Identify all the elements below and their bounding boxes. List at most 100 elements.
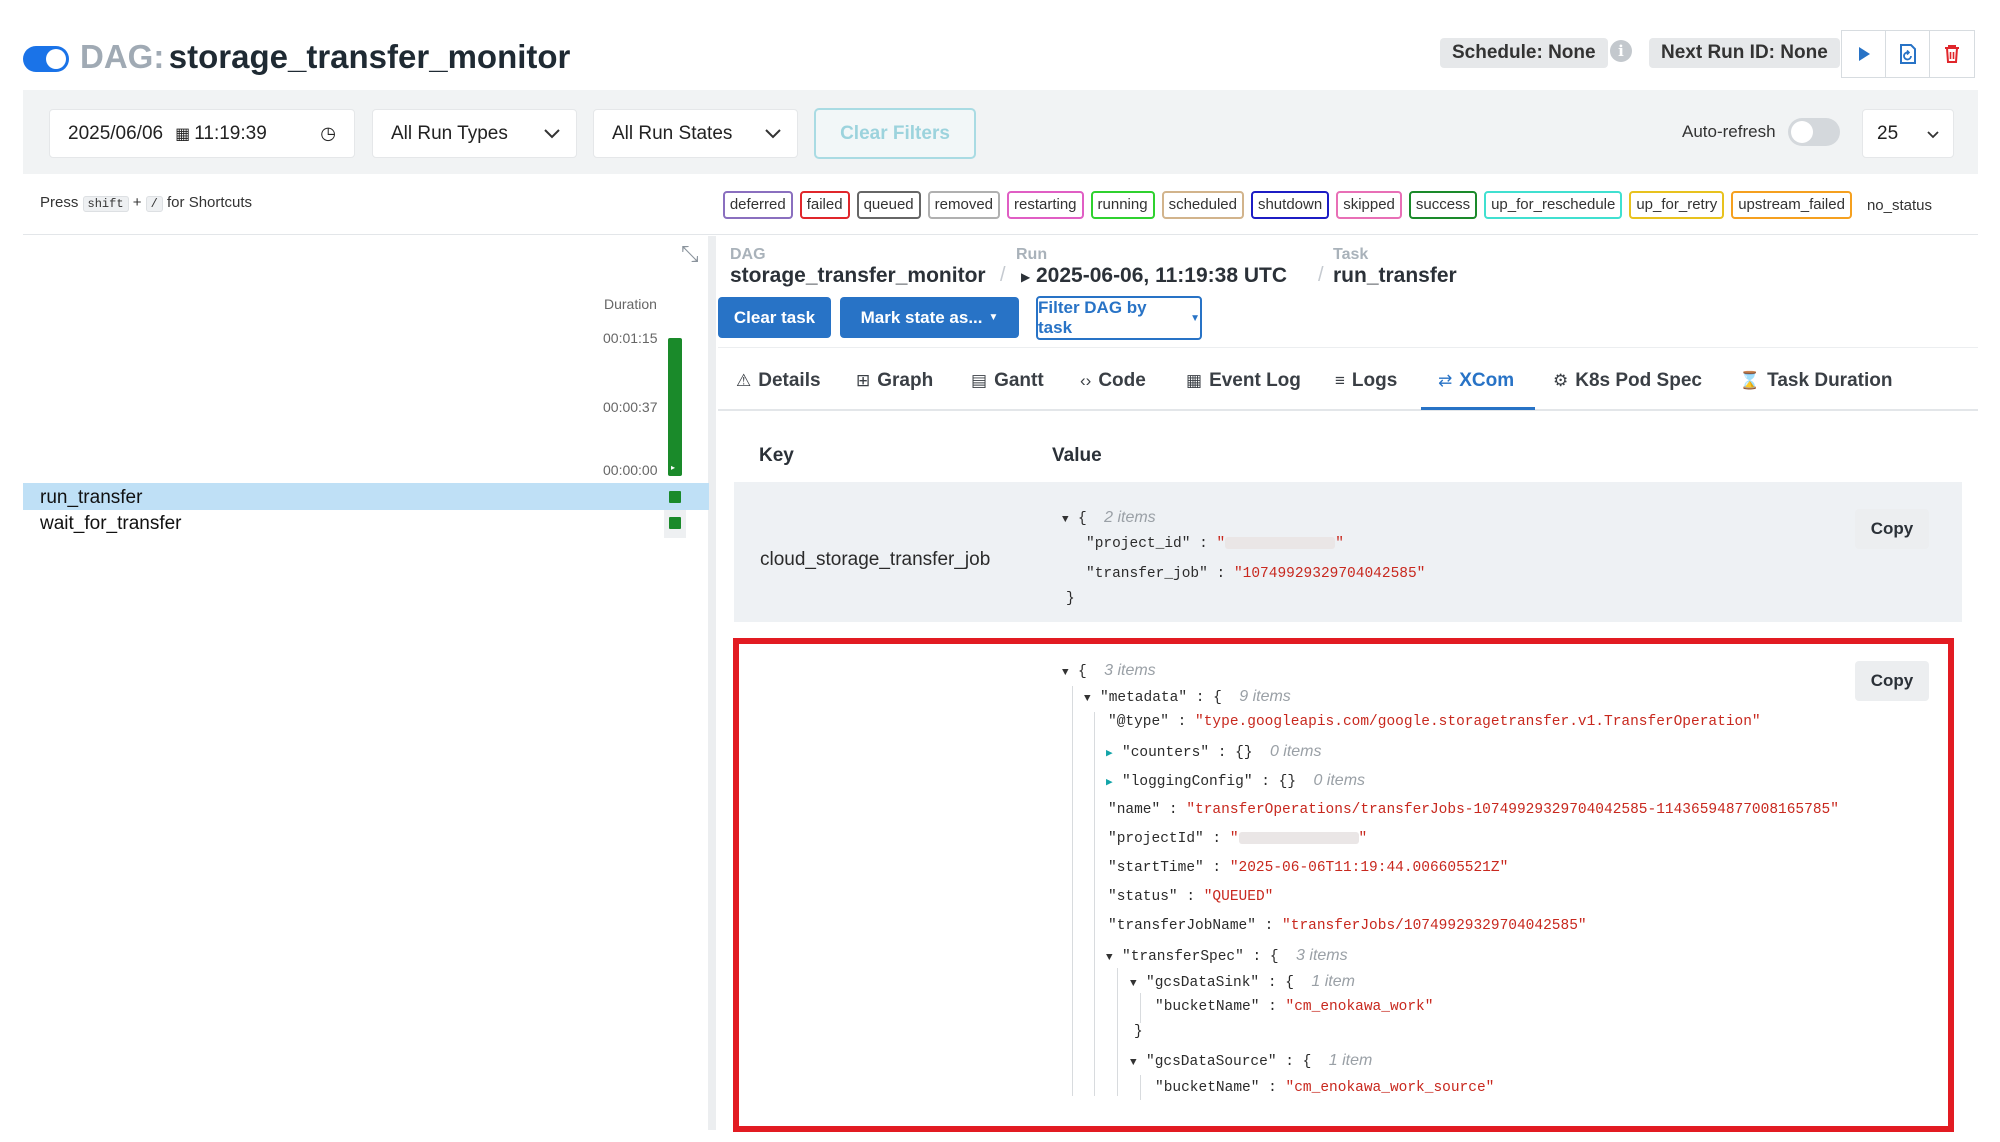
tab-graph[interactable]: ⊞ Graph [856,370,933,392]
tab-label: Details [758,370,821,391]
state-badge[interactable]: running [1090,191,1155,219]
state-badge[interactable]: failed [799,191,850,219]
tab-task-duration[interactable]: ⌛ Task Duration [1739,370,1892,392]
calendar-icon: ▦ [1186,371,1203,390]
filter-dag-button[interactable]: Filter DAG by task ▼ [1036,296,1202,340]
execution-date-picker[interactable]: 2025/06/06 ▦ 11:19:39 ◷ [49,109,355,158]
clock-icon: ◷ [320,123,336,143]
gantt-icon: ▤ [971,371,988,390]
state-badge[interactable]: no_status [1867,197,1932,214]
active-tab-indicator [1421,407,1535,410]
duration-tick: 00:01:15 [603,330,658,346]
duration-tick: 00:00:37 [603,399,658,415]
filter-dag-label: Filter DAG by task [1038,298,1147,337]
breadcrumb-dag[interactable]: storage_transfer_monitor [730,264,986,288]
task-instance-cell[interactable] [669,517,681,529]
column-header-key: Key [759,445,794,466]
chevron-down-icon [544,123,560,145]
run-duration-bar[interactable] [668,338,682,476]
tab-logs[interactable]: ≡ Logs [1335,370,1397,392]
state-legend: deferred failed queued removed restarting run… [722,191,1932,219]
page-size-value: 25 [1877,122,1899,144]
trash-icon [1945,45,1959,63]
dag-active-toggle[interactable] [23,46,69,72]
state-badge[interactable]: skipped [1336,191,1402,219]
graph-icon: ⊞ [856,371,871,390]
tab-label: Gantt [994,370,1044,391]
run-states-value: All Run States [612,122,733,144]
state-badge[interactable]: success [1408,191,1478,219]
tabs-top-border [718,347,1978,348]
state-badge[interactable]: restarting [1007,191,1084,219]
state-badge[interactable]: shutdown [1250,191,1330,219]
json-line: ▼{ 2 items [1062,509,1156,527]
breadcrumb-separator: / [1318,264,1324,286]
reparse-dag-button[interactable] [1885,30,1931,78]
tab-xcom[interactable]: ⇄ XCom [1438,370,1514,392]
highlight-box [733,638,1954,1132]
copy-button[interactable]: Copy [1855,509,1929,549]
run-types-value: All Run Types [391,122,508,144]
trigger-dag-button[interactable] [1841,30,1887,78]
breadcrumb-task-label: Task [1333,246,1369,263]
tab-label: XCom [1459,370,1515,391]
page-size-select[interactable]: 25 [1862,109,1954,158]
state-badge[interactable]: up_for_retry [1629,191,1725,219]
delete-dag-button[interactable] [1929,30,1975,78]
info-icon[interactable]: i [1610,40,1632,62]
tab-label: Event Log [1209,370,1301,391]
tab-label: Graph [877,370,934,391]
state-badge[interactable]: scheduled [1161,191,1244,219]
chevron-down-icon [765,123,781,145]
exchange-icon: ⇄ [1438,371,1453,390]
tab-details[interactable]: ⚠ Details [736,370,821,392]
state-badge[interactable]: removed [927,191,1000,219]
task-instance-cell[interactable] [669,491,681,503]
state-badge[interactable]: upstream_failed [1731,191,1852,219]
tab-event-log[interactable]: ▦ Event Log [1186,370,1301,392]
task-name[interactable]: wait_for_transfer [40,513,182,535]
breadcrumb-run[interactable]: 2025-06-06, 11:19:38 UTC [1036,264,1287,288]
state-badge[interactable]: up_for_reschedule [1484,191,1623,219]
caret-down-icon[interactable]: ▼ [1062,514,1078,526]
clear-task-button[interactable]: Clear task [718,297,831,338]
calendar-icon: ▦ [175,125,191,143]
tab-label: K8s Pod Spec [1575,370,1702,391]
state-badge[interactable]: deferred [722,191,793,219]
warning-icon: ⚠ [736,371,752,390]
page-title: DAG: storage_transfer_monitor [80,38,570,76]
clear-filters-button[interactable]: Clear Filters [814,108,976,159]
tab-label: Task Duration [1767,370,1893,391]
tab-gantt[interactable]: ▤ Gantt [971,370,1044,392]
breadcrumb-task[interactable]: run_transfer [1333,264,1457,288]
duration-tick: 00:00:00 [603,462,658,478]
task-name[interactable]: run_transfer [40,487,142,509]
breadcrumb-separator: / [1000,264,1006,286]
tab-k8s-pod-spec[interactable]: ⚙ K8s Pod Spec [1553,370,1702,392]
json-line: "project_id" : " " [1086,536,1344,552]
time-value: 11:19:39 [194,122,267,144]
collapse-icon[interactable]: ⤡ [681,241,699,267]
run-types-select[interactable]: All Run Types [372,109,577,158]
auto-refresh-toggle[interactable] [1788,118,1840,146]
kubernetes-icon: ⚙ [1553,371,1569,390]
shortcut-press: Press [40,194,79,211]
caret-right-icon: ▶ [1021,270,1031,284]
caret-down-icon: ▼ [988,312,999,323]
tabs-bottom-border [718,409,1978,411]
list-icon: ≡ [1335,371,1345,390]
run-states-select[interactable]: All Run States [593,109,798,158]
json-line: } [1066,591,1075,607]
column-header-value: Value [1052,445,1102,466]
state-badge[interactable]: queued [856,191,921,219]
tab-label: Code [1098,370,1146,391]
mark-state-button[interactable]: Mark state as... ▼ [840,297,1019,338]
shortcut-suffix: for Shortcuts [167,194,253,211]
schedule-badge: Schedule: None [1440,38,1608,68]
shortcut-key-slash: / [145,196,163,212]
next-run-badge: Next Run ID: None [1649,38,1840,68]
date-value: 2025/06/06 [68,122,164,144]
code-icon: ‹› [1080,371,1092,390]
breadcrumb-run-label: Run [1016,246,1048,263]
tab-code[interactable]: ‹› Code [1080,370,1146,392]
